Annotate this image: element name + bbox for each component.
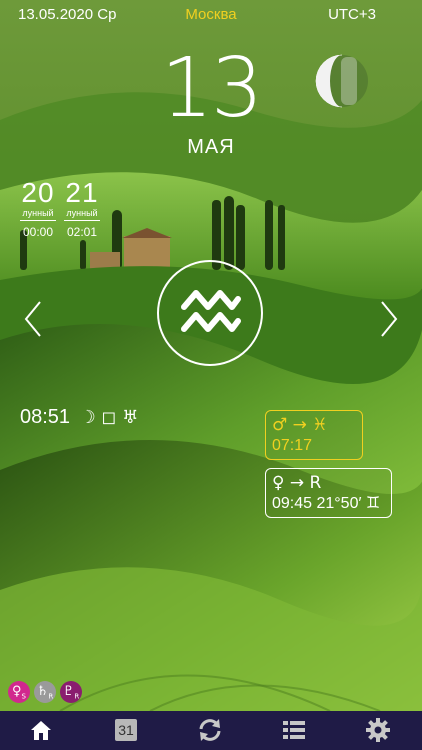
gear-icon	[366, 718, 390, 742]
zodiac-sign-button[interactable]	[157, 260, 263, 366]
event-time: 07:17	[272, 437, 313, 454]
lunar-day-label: лунный	[20, 208, 56, 221]
badge-sub: S	[21, 692, 26, 701]
aspect-glyphs: ☽ ◻ ♅	[79, 407, 139, 428]
list-icon	[283, 721, 305, 739]
header-bar: 13.05.2020 Ср Москва UTC+3	[0, 6, 422, 26]
chevron-left-icon[interactable]	[22, 298, 44, 340]
sync-icon	[199, 719, 221, 741]
event-title: ♀ → R	[272, 473, 322, 493]
event-title: ♂ → ♓	[272, 415, 328, 435]
calendar-icon: 31	[115, 719, 137, 741]
month-label: мая	[187, 136, 235, 158]
home-icon	[31, 721, 51, 740]
event-time: 09:45 21°50′ ♊	[272, 495, 381, 512]
lunar-day-number: 21	[65, 177, 99, 208]
nav-home[interactable]	[0, 711, 84, 750]
badge-sub: R	[48, 692, 54, 701]
badge-glyph: ♇	[62, 684, 75, 699]
venus-stationary-badge[interactable]: ♀S	[8, 681, 30, 703]
aquarius-icon	[181, 290, 241, 332]
lunar-day-number: 20	[21, 177, 55, 208]
timezone-label[interactable]: UTC+3	[328, 6, 376, 23]
pluto-retrograde-badge[interactable]: ♇R	[60, 681, 82, 703]
lunar-day-1[interactable]: 20 лунный 00:00	[18, 178, 58, 239]
badge-glyph: ♄	[36, 684, 49, 699]
planet-event-venus[interactable]: ♀ → R 09:45 21°50′ ♊	[265, 468, 392, 518]
nav-calendar[interactable]: 31	[84, 711, 168, 750]
lunar-day-label: лунный	[64, 208, 100, 221]
aspect-time: 08:51	[20, 406, 71, 428]
lunar-day-time: 00:00	[22, 225, 54, 239]
planet-event-mars[interactable]: ♂ → ♓ 07:17	[265, 410, 363, 460]
nav-list[interactable]	[252, 711, 336, 750]
moon-aspect[interactable]: 08:51 ☽ ◻ ♅	[20, 406, 138, 429]
saturn-retrograde-badge[interactable]: ♄R	[34, 681, 56, 703]
nav-sync[interactable]	[168, 711, 252, 750]
lunar-day-time: 02:01	[66, 225, 98, 239]
badge-glyph: ♀	[12, 684, 22, 699]
badge-sub: R	[74, 692, 80, 701]
bottom-nav: 31	[0, 711, 422, 750]
chevron-right-icon[interactable]	[378, 298, 400, 340]
lunar-day-2[interactable]: 21 лунный 02:01	[62, 178, 102, 239]
nav-settings[interactable]	[336, 711, 420, 750]
moon-phase-icon[interactable]	[314, 53, 370, 109]
